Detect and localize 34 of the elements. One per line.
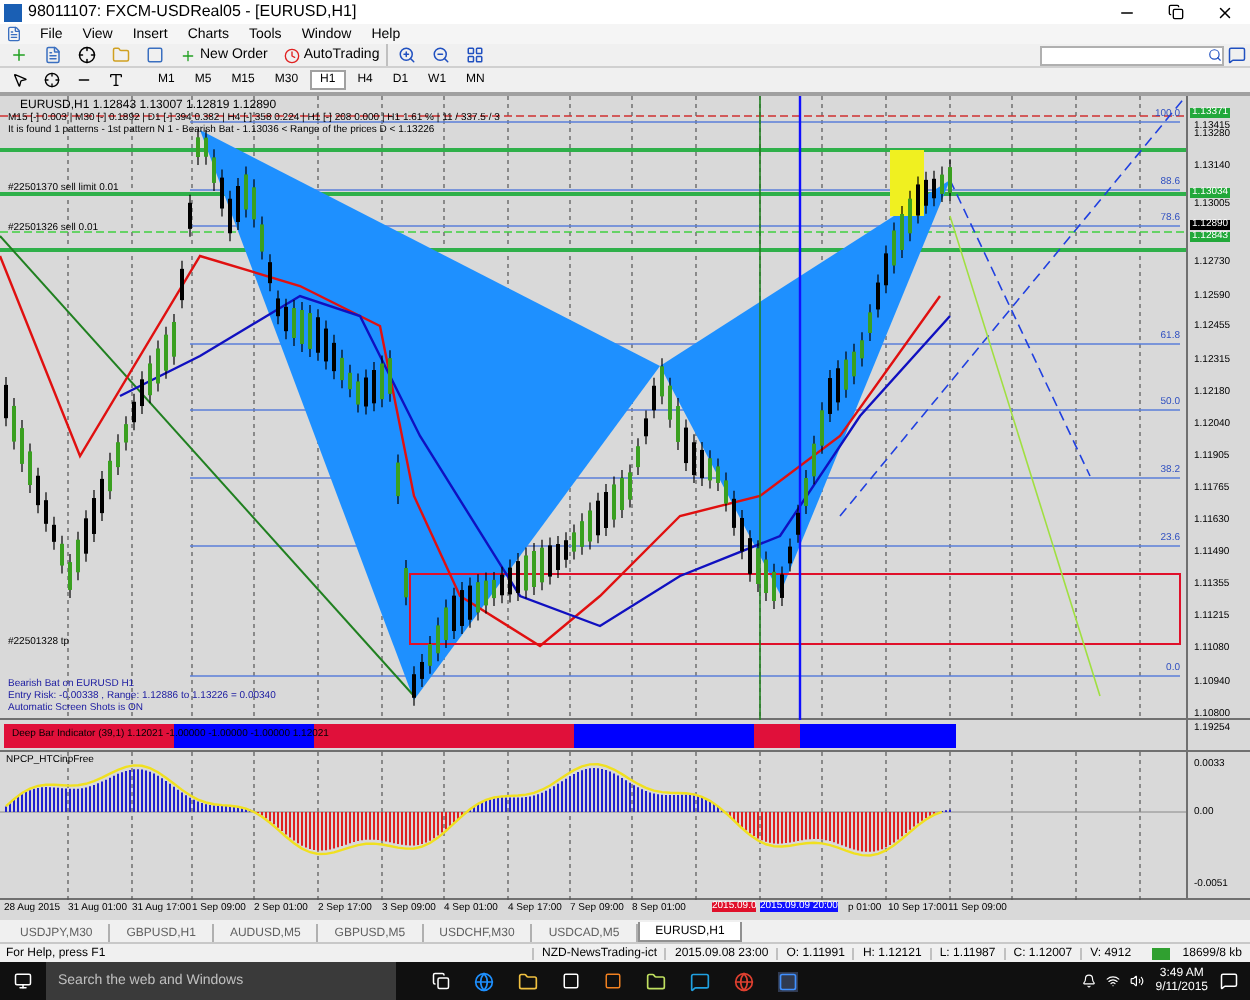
notification-icon[interactable]	[1081, 974, 1096, 988]
crosshair-icon	[44, 72, 60, 88]
close-icon[interactable]	[1216, 3, 1234, 21]
grid-icon	[465, 46, 484, 64]
square-icon	[146, 46, 164, 64]
app-icon[interactable]	[778, 971, 798, 991]
search-field[interactable]	[1040, 45, 1224, 65]
restore-icon[interactable]	[1168, 4, 1184, 20]
folder-icon[interactable]	[518, 971, 538, 991]
app-logo-icon	[4, 3, 22, 21]
zoom-in-icon	[397, 46, 416, 64]
app-icon[interactable]	[604, 972, 622, 990]
document-icon	[6, 26, 22, 42]
crosshair-icon	[78, 46, 96, 64]
zoom-out-icon	[431, 46, 450, 64]
browser-icon[interactable]	[734, 971, 754, 991]
folder-icon	[112, 46, 130, 64]
network-icon[interactable]	[1105, 974, 1120, 988]
chat-icon[interactable]	[1228, 46, 1246, 64]
action-center-icon[interactable]	[1220, 972, 1238, 990]
task-view-icon[interactable]	[432, 972, 450, 990]
folder-icon[interactable]	[646, 971, 666, 991]
plus-icon	[180, 47, 196, 63]
window-title: 98011107: FXCM-USDReal05 - [EURUSD,H1]	[28, 4, 357, 20]
volume-icon[interactable]	[1129, 974, 1144, 988]
document-icon	[44, 46, 62, 64]
clock-icon	[283, 47, 300, 63]
search-icon	[1208, 48, 1222, 62]
plus-icon	[10, 46, 28, 64]
text-icon	[108, 72, 124, 88]
connection-icon	[1151, 947, 1171, 959]
cursor-icon	[12, 72, 28, 88]
chat-icon[interactable]	[690, 971, 710, 991]
browser-icon[interactable]	[474, 971, 494, 991]
